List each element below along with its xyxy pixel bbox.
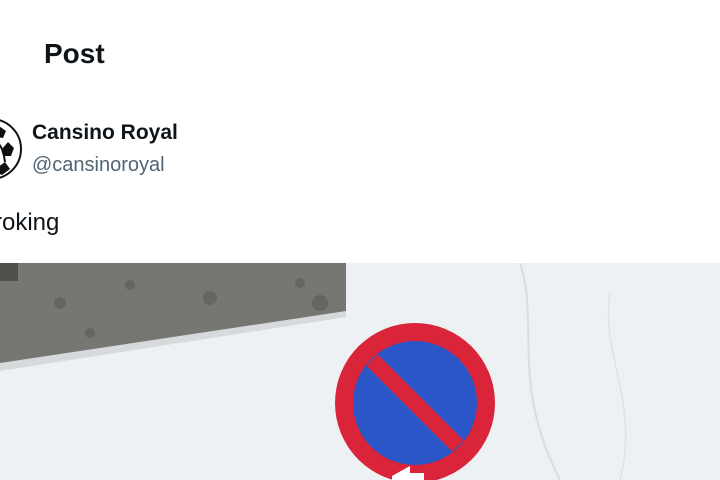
photo-wall-sign <box>0 263 720 480</box>
author-handle[interactable]: @cansinoroyal <box>32 151 165 179</box>
post-page: Post Cansino Royal @cansinoroyal roking <box>0 0 720 480</box>
post-text: roking <box>0 209 60 236</box>
no-parking-sign-icon <box>335 323 495 480</box>
avatar[interactable] <box>0 118 22 180</box>
post-media-image[interactable] <box>0 263 720 480</box>
soccer-ball-icon <box>0 122 19 176</box>
author-display-name[interactable]: Cansino Royal <box>32 119 178 147</box>
post-header: Post <box>0 0 720 110</box>
page-title: Post <box>44 38 105 69</box>
